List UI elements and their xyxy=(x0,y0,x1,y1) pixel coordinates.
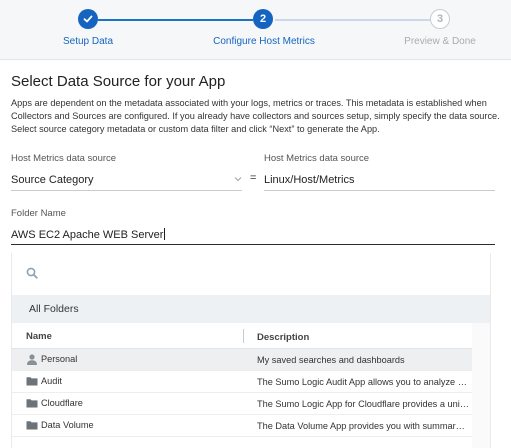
folder-icon xyxy=(26,398,38,408)
row-name: Cloudflare xyxy=(41,398,83,408)
search-icon xyxy=(26,266,38,279)
row-name: Audit xyxy=(41,376,62,386)
all-folders-header[interactable]: All Folders xyxy=(12,295,490,323)
step-2-marker: 2 xyxy=(253,9,273,29)
column-resize-handle[interactable] xyxy=(243,329,244,343)
step-2-label: Configure Host Metrics xyxy=(213,36,315,47)
folder-search-input[interactable] xyxy=(12,253,490,293)
person-icon xyxy=(26,354,38,365)
wizard-stepper: 2 3 Setup Data Configure Host Metrics Pr… xyxy=(0,0,511,60)
folder-icon xyxy=(26,376,38,386)
folders-table: Name Description Personal My saved searc… xyxy=(12,323,474,437)
source-type-select[interactable]: Source Category xyxy=(11,171,242,191)
folder-name-input[interactable]: AWS EC2 Apache WEB Server xyxy=(11,225,495,245)
table-header: Name Description xyxy=(12,323,474,349)
table-scrollbar[interactable] xyxy=(472,323,490,448)
source-value-label: Host Metrics data source xyxy=(264,153,370,164)
source-type-select-value: Source Category xyxy=(11,174,94,186)
row-name: Personal xyxy=(41,354,78,364)
row-description: My saved searches and dashboards xyxy=(257,355,405,365)
chevron-down-icon[interactable] xyxy=(234,175,242,184)
page-description: Apps are dependent on the metadata assoc… xyxy=(11,98,500,134)
text-cursor xyxy=(164,228,166,240)
step-1-label[interactable]: Setup Data xyxy=(63,36,113,47)
equals-sign: = xyxy=(250,172,257,184)
folder-browser: All Folders Name Description Personal My… xyxy=(11,253,491,448)
source-type-label: Host Metrics data source xyxy=(11,153,117,164)
row-description: The Sumo Logic App for Cloudflare provid… xyxy=(257,399,469,409)
source-value-input[interactable]: Linux/Host/Metrics xyxy=(264,171,495,191)
column-header-name[interactable]: Name xyxy=(26,331,52,342)
page-title: Select Data Source for your App xyxy=(11,73,226,90)
folder-name-label: Folder Name xyxy=(11,208,66,219)
folder-icon xyxy=(26,420,38,430)
folder-name-text: AWS EC2 Apache WEB Server xyxy=(11,229,164,241)
table-row[interactable]: Audit The Sumo Logic Audit App allows yo… xyxy=(12,371,474,393)
table-row[interactable]: Data Volume The Data Volume App provides… xyxy=(12,415,474,437)
step-3-marker: 3 xyxy=(430,9,450,29)
row-description: The Sumo Logic Audit App allows you to a… xyxy=(257,377,469,387)
table-row[interactable]: Personal My saved searches and dashboard… xyxy=(12,349,474,371)
table-row[interactable]: Cloudflare The Sumo Logic App for Cloudf… xyxy=(12,393,474,415)
source-value-text: Linux/Host/Metrics xyxy=(264,174,355,186)
stepper-line-completed xyxy=(98,19,253,21)
step-1-check-icon xyxy=(78,9,98,29)
stepper-line-pending xyxy=(275,19,430,21)
step-3-label: Preview & Done xyxy=(404,36,476,47)
row-description: The Data Volume App provides you with su… xyxy=(257,421,469,431)
row-name: Data Volume xyxy=(41,420,94,430)
